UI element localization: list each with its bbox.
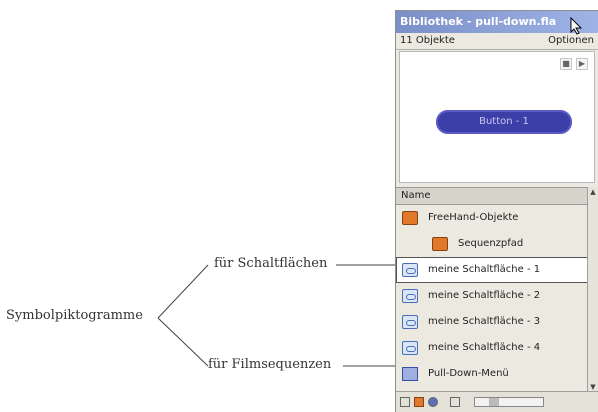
- library-panel: Bibliothek - pull-down.fla 11 Objekte Op…: [395, 10, 598, 412]
- new-folder-icon[interactable]: [414, 397, 424, 407]
- preview-button-symbol: Button - 1: [436, 110, 572, 134]
- button-symbol-icon: [402, 289, 418, 303]
- scroll-thumb[interactable]: [489, 398, 499, 406]
- column-header-name[interactable]: Name: [396, 187, 598, 205]
- options-menu[interactable]: Optionen: [548, 33, 594, 49]
- library-info-bar: 11 Objekte Optionen: [396, 33, 598, 50]
- properties-icon[interactable]: [428, 397, 438, 407]
- item-label: meine Schaltfläche - 2: [428, 290, 541, 301]
- button-symbol-icon: [402, 263, 418, 277]
- list-item[interactable]: meine Schaltfläche - 1: [396, 257, 588, 283]
- movie-clip-icon: [402, 367, 418, 381]
- annotation-for-buttons: für Schaltflächen: [214, 256, 328, 271]
- stop-icon[interactable]: ■: [560, 58, 572, 70]
- list-item[interactable]: meine Schaltfläche - 3: [396, 309, 588, 335]
- list-item[interactable]: FreeHand-Objekte: [396, 205, 588, 231]
- object-count: 11 Objekte: [400, 35, 455, 46]
- library-item-list: FreeHand-Objekte Sequenzpfad meine Schal…: [396, 205, 588, 387]
- item-label: meine Schaltfläche - 4: [428, 342, 541, 353]
- button-symbol-icon: [402, 341, 418, 355]
- item-label: meine Schaltfläche - 1: [428, 264, 541, 275]
- preview-controls: ■ ▶: [560, 58, 588, 70]
- list-item[interactable]: Pull-Down-Menü: [396, 361, 588, 387]
- list-item[interactable]: meine Schaltfläche - 4: [396, 335, 588, 361]
- play-icon[interactable]: ▶: [576, 58, 588, 70]
- item-label: FreeHand-Objekte: [428, 212, 519, 223]
- horizontal-scrollbar[interactable]: [474, 397, 544, 407]
- folder-icon: [432, 237, 448, 251]
- annotation-symbol-icons: Symbolpiktogramme: [6, 308, 143, 323]
- preview-area: ■ ▶ Button - 1: [399, 51, 595, 183]
- delete-icon[interactable]: [450, 397, 460, 407]
- list-item[interactable]: meine Schaltfläche - 2: [396, 283, 588, 309]
- library-bottom-toolbar: [396, 391, 598, 412]
- library-title[interactable]: Bibliothek - pull-down.fla: [396, 11, 598, 33]
- vertical-scrollbar[interactable]: ▲ ▼: [587, 187, 598, 392]
- item-label: Pull-Down-Menü: [428, 368, 509, 379]
- new-symbol-icon[interactable]: [400, 397, 410, 407]
- list-item[interactable]: Sequenzpfad: [396, 231, 588, 257]
- item-label: meine Schaltfläche - 3: [428, 316, 541, 327]
- annotation-for-movie-clips: für Filmsequenzen: [208, 357, 332, 372]
- button-symbol-icon: [402, 315, 418, 329]
- item-label: Sequenzpfad: [458, 238, 524, 249]
- scroll-up-icon[interactable]: ▲: [588, 187, 598, 197]
- folder-icon: [402, 211, 418, 225]
